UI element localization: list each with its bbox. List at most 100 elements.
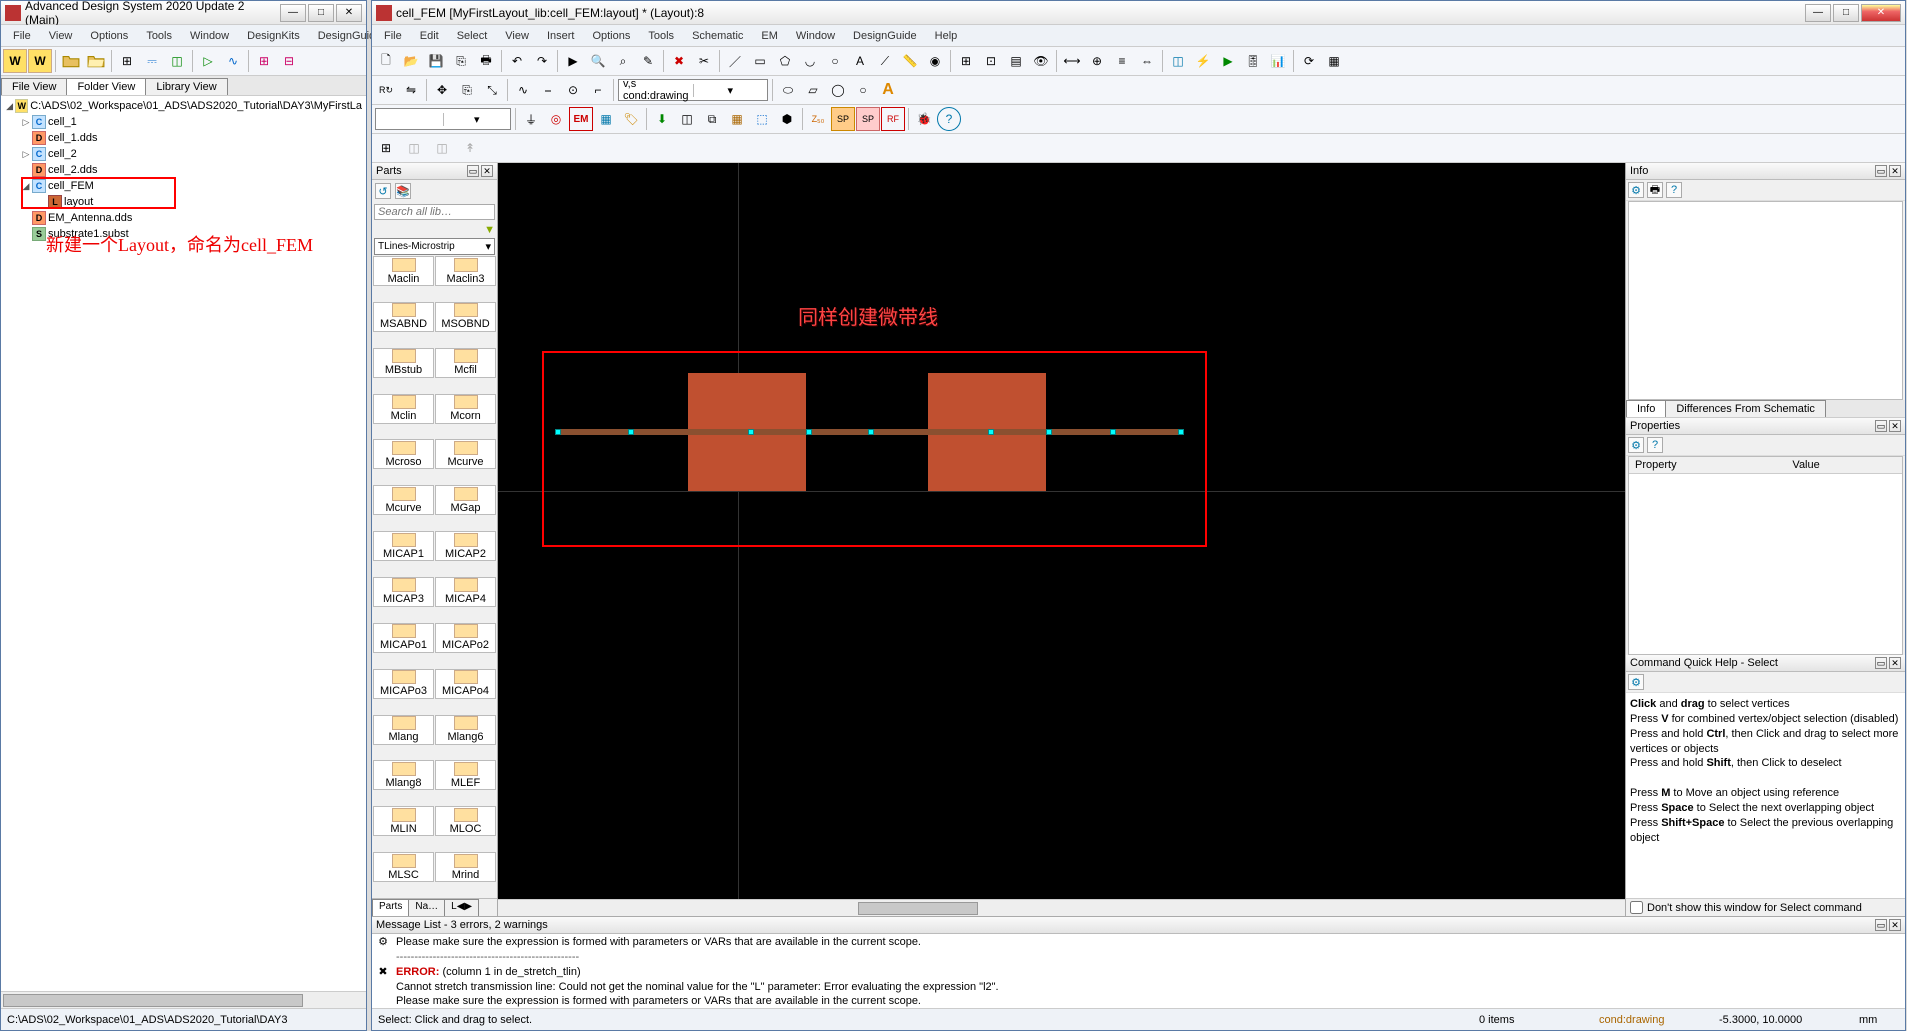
close-button[interactable]: ✕ [336, 4, 362, 22]
part-mlef[interactable]: MLEF [435, 760, 496, 790]
close-button[interactable]: ✕ [1861, 4, 1901, 22]
part-mcroso[interactable]: Mcroso [373, 439, 434, 469]
grid2-icon[interactable]: ⊟ [277, 49, 301, 73]
meas2-icon[interactable]: ⊕ [1085, 49, 1109, 73]
line-icon[interactable]: ／ [723, 49, 747, 73]
rotate-icon[interactable]: R↻ [374, 78, 398, 102]
folder-icon[interactable] [59, 49, 83, 73]
shape3-icon[interactable]: ◯ [826, 78, 850, 102]
tab-file-view[interactable]: File View [1, 78, 67, 95]
print-icon[interactable]: 🖶 [1647, 182, 1663, 198]
tree-scrollbar[interactable] [1, 991, 366, 1008]
tree-item[interactable]: ▷Ccell_1 [3, 114, 364, 130]
close-icon[interactable]: ✕ [1889, 165, 1901, 177]
open-workspace-icon[interactable]: W [28, 49, 52, 73]
opt-icon[interactable]: 📊 [1266, 49, 1290, 73]
menu-view[interactable]: View [497, 28, 537, 44]
gear-icon[interactable]: ⚙ [1628, 182, 1644, 198]
part-mlsc[interactable]: MLSC [373, 852, 434, 882]
path-icon[interactable]: ⟋ [873, 49, 897, 73]
tree-item[interactable]: Dcell_1.dds [3, 130, 364, 146]
tune-icon[interactable]: 🎚 [1241, 49, 1265, 73]
select-icon[interactable]: ▶ [561, 49, 585, 73]
port-icon[interactable]: ◎ [544, 107, 568, 131]
ground-icon[interactable]: ⏚ [519, 107, 543, 131]
part-maclin3[interactable]: Maclin3 [435, 256, 496, 286]
tab-navigator[interactable]: Na… [408, 899, 445, 916]
mirror-icon[interactable]: ⇋ [399, 78, 423, 102]
delete-icon[interactable]: ✖ [667, 49, 691, 73]
tab-folder-view[interactable]: Folder View [66, 78, 146, 95]
ruler-icon[interactable]: 📏 [898, 49, 922, 73]
info-header[interactable]: Info▭✕ [1626, 163, 1905, 180]
filter-icon[interactable]: ▼ [484, 224, 495, 236]
menu-insert[interactable]: Insert [539, 28, 583, 44]
box3-icon[interactable]: ▦ [725, 107, 749, 131]
part-mclin[interactable]: Mclin [373, 394, 434, 424]
copy-icon[interactable]: ⎘ [455, 78, 479, 102]
vis-icon[interactable]: 👁 [1029, 49, 1053, 73]
layers-icon[interactable]: ▦ [1322, 49, 1346, 73]
menu-tools[interactable]: Tools [138, 28, 180, 44]
parts-search-input[interactable] [374, 204, 495, 220]
dist-icon[interactable]: ⇔ [1135, 49, 1159, 73]
menu-help[interactable]: Help [927, 28, 966, 44]
rect-icon[interactable]: ▭ [748, 49, 772, 73]
menu-window[interactable]: Window [182, 28, 237, 44]
tree-icon[interactable]: ↟ [458, 136, 482, 160]
move-icon[interactable]: ✥ [430, 78, 454, 102]
tab-library-view[interactable]: Library View [145, 78, 227, 95]
part-mcurve[interactable]: Mcurve [435, 439, 496, 469]
quickhelp-header[interactable]: Command Quick Help - Select▭✕ [1626, 655, 1905, 672]
shape2-icon[interactable]: ▱ [801, 78, 825, 102]
close-icon[interactable]: ✕ [481, 165, 493, 177]
push-icon[interactable]: ⬇ [650, 107, 674, 131]
box2-icon[interactable]: ⧉ [700, 107, 724, 131]
menu-em[interactable]: EM [753, 28, 786, 44]
sp-icon[interactable]: SP [831, 107, 855, 131]
part-micapo1[interactable]: MICAPo1 [373, 623, 434, 653]
part-maclin[interactable]: Maclin [373, 256, 434, 286]
message-header[interactable]: Message List - 3 errors, 2 warnings▭✕ [372, 917, 1905, 934]
pin-icon[interactable]: ◉ [923, 49, 947, 73]
help-icon[interactable]: ? [1666, 182, 1682, 198]
menu-file[interactable]: File [5, 28, 39, 44]
part-micap4[interactable]: MICAP4 [435, 577, 496, 607]
sim-badge[interactable]: ▦ [594, 107, 618, 131]
canvas-scrollbar[interactable] [498, 899, 1625, 916]
layout-canvas[interactable]: 同样创建微带线 [498, 163, 1625, 899]
part-msobnd[interactable]: MSOBND [435, 302, 496, 332]
dock-icon[interactable]: ▭ [1875, 420, 1887, 432]
close-icon[interactable]: ✕ [1889, 657, 1901, 669]
component-combo[interactable]: ▾ [374, 107, 512, 131]
dock-icon[interactable]: ▭ [1875, 919, 1887, 931]
view-icon[interactable]: ⊞ [115, 49, 139, 73]
part-micap1[interactable]: MICAP1 [373, 531, 434, 561]
close-icon[interactable]: ✕ [1889, 919, 1901, 931]
shape1-icon[interactable]: ⬭ [776, 78, 800, 102]
part-mcfil[interactable]: Mcfil [435, 348, 496, 378]
maximize-button[interactable]: □ [1833, 4, 1859, 22]
quickhelp-dontshow[interactable]: Don't show this window for Select comman… [1626, 898, 1905, 916]
new-workspace-icon[interactable]: W [3, 49, 27, 73]
3d-icon[interactable]: ◫ [1166, 49, 1190, 73]
tab-info[interactable]: Info [1626, 400, 1666, 417]
part-micapo3[interactable]: MICAPo3 [373, 669, 434, 699]
part-mgap[interactable]: MGap [435, 485, 496, 515]
text2-icon[interactable]: A [876, 78, 900, 102]
menu-file[interactable]: File [376, 28, 410, 44]
menu-options[interactable]: Options [584, 28, 638, 44]
box1-icon[interactable]: ◫ [675, 107, 699, 131]
snap-icon[interactable]: ⊡ [979, 49, 1003, 73]
tab-layers[interactable]: L◀▶ [444, 899, 479, 916]
help-icon[interactable]: ? [1647, 437, 1663, 453]
gear-icon[interactable]: ⚙ [1628, 674, 1644, 690]
var-icon[interactable]: 🏷 [619, 107, 643, 131]
print-icon[interactable]: 🖶 [474, 49, 498, 73]
cut-icon[interactable]: ✂ [692, 49, 716, 73]
bend-icon[interactable]: ⌐ [586, 78, 610, 102]
menu-options[interactable]: Options [82, 28, 136, 44]
circle-icon[interactable]: ○ [823, 49, 847, 73]
grid-icon[interactable]: ⊞ [252, 49, 276, 73]
menu-schematic[interactable]: Schematic [684, 28, 751, 44]
